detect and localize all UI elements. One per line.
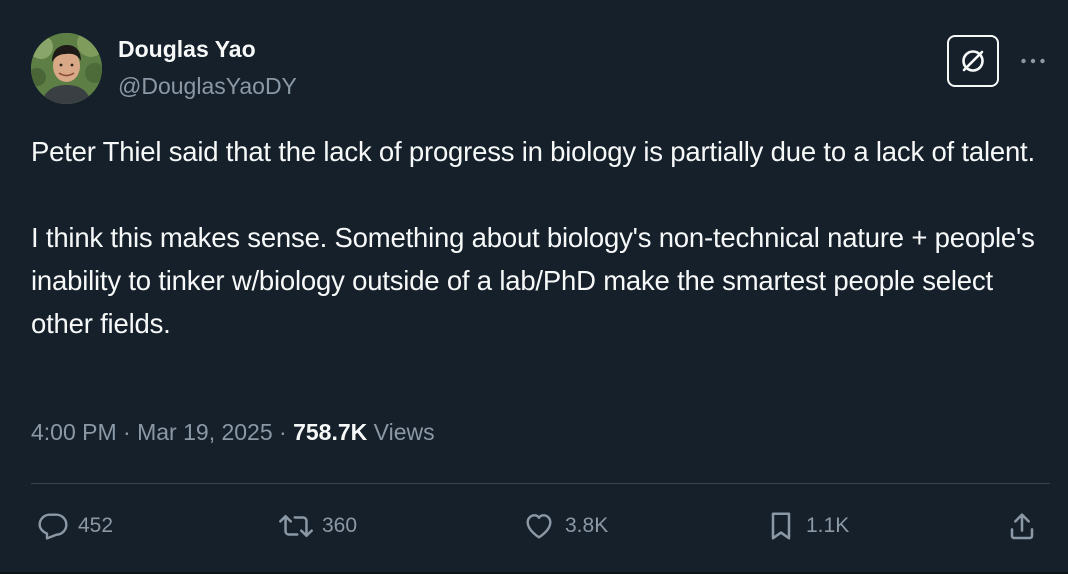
tweet-metadata: 4:00 PM · Mar 19, 2025 · 758.7K Views [31, 419, 435, 446]
grok-button[interactable] [947, 35, 999, 87]
bookmark-icon [771, 512, 791, 540]
reply-button[interactable]: 452 [37, 506, 113, 546]
views-label: Views [367, 419, 435, 445]
like-button[interactable]: 3.8K [522, 506, 608, 546]
share-icon [1010, 513, 1034, 540]
bookmark-count: 1.1K [806, 514, 850, 537]
grok-icon [962, 50, 984, 72]
meta-separator: · [272, 419, 294, 445]
author-handle[interactable]: @DouglasYaoDY [118, 73, 297, 100]
author-avatar[interactable] [31, 33, 102, 104]
tweet-time[interactable]: 4:00 PM [31, 419, 117, 445]
bookmark-button[interactable]: 1.1K [765, 506, 849, 546]
tweet-date[interactable]: Mar 19, 2025 [137, 419, 273, 445]
reply-icon [38, 513, 68, 540]
heart-icon [526, 514, 552, 539]
meta-separator: · [116, 419, 138, 445]
reply-count: 452 [78, 514, 114, 537]
divider [31, 483, 1050, 484]
retweet-icon [279, 514, 313, 538]
tweet-text: Peter Thiel said that the lack of progre… [31, 136, 1035, 339]
more-icon [1021, 58, 1045, 64]
like-count: 3.8K [565, 514, 609, 537]
more-options-button[interactable] [1016, 44, 1050, 78]
avatar-photo-icon [31, 33, 102, 104]
retweet-button[interactable]: 360 [279, 506, 357, 546]
retweet-count: 360 [322, 514, 358, 537]
tweet-card: Douglas Yao @DouglasYaoDY Peter Thiel sa… [0, 0, 1068, 574]
author-name[interactable]: Douglas Yao [118, 36, 256, 63]
share-button[interactable] [1006, 506, 1038, 546]
views-count[interactable]: 758.7K [293, 419, 367, 445]
